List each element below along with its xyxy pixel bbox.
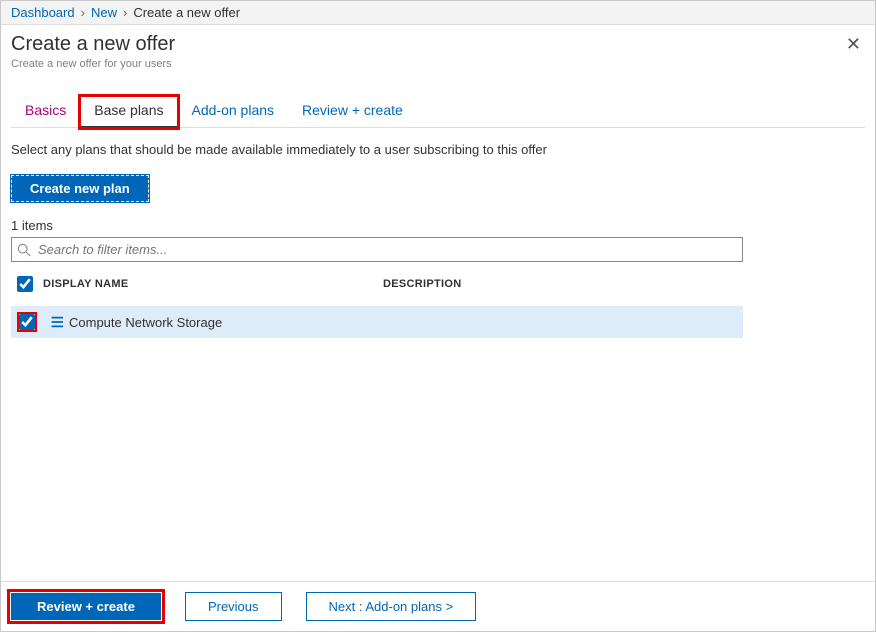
close-icon[interactable]: ✕	[846, 35, 861, 53]
row-checkbox-highlight	[17, 312, 37, 332]
tab-base-plans[interactable]: Base plans	[80, 96, 177, 128]
table-row[interactable]: Compute Network Storage	[11, 306, 743, 338]
chevron-right-icon: ›	[123, 5, 127, 20]
page-title: Create a new offer	[11, 33, 865, 56]
breadcrumb-new[interactable]: New	[91, 5, 117, 20]
wizard-footer: Review + create Previous Next : Add-on p…	[1, 581, 875, 631]
previous-button[interactable]: Previous	[185, 592, 282, 621]
review-create-button[interactable]: Review + create	[11, 593, 161, 620]
column-header-display-name[interactable]: DISPLAY NAME	[43, 278, 383, 290]
plan-icon	[43, 315, 69, 329]
tab-basics[interactable]: Basics	[11, 96, 80, 127]
create-new-plan-button[interactable]: Create new plan	[11, 175, 149, 202]
next-button[interactable]: Next : Add-on plans >	[306, 592, 477, 621]
chevron-right-icon: ›	[81, 5, 85, 20]
row-display-name: Compute Network Storage	[69, 315, 385, 330]
item-count-label: 1 items	[11, 218, 865, 233]
search-input[interactable]	[11, 237, 743, 262]
breadcrumb-current: Create a new offer	[133, 5, 240, 20]
breadcrumb: Dashboard › New › Create a new offer	[1, 1, 875, 25]
table-header-row: DISPLAY NAME DESCRIPTION	[11, 272, 743, 296]
row-checkbox[interactable]	[19, 314, 35, 330]
tab-add-on-plans[interactable]: Add-on plans	[178, 96, 289, 127]
select-all-checkbox[interactable]	[17, 276, 33, 292]
breadcrumb-dashboard[interactable]: Dashboard	[11, 5, 75, 20]
page-subtitle: Create a new offer for your users	[11, 58, 865, 70]
wizard-tabs: Basics Base plans Add-on plans Review + …	[11, 96, 865, 128]
plans-table: DISPLAY NAME DESCRIPTION	[11, 272, 743, 338]
search-icon	[17, 243, 31, 257]
search-wrapper	[11, 237, 743, 262]
tab-review-create[interactable]: Review + create	[288, 96, 417, 127]
tab-description: Select any plans that should be made ava…	[11, 142, 865, 157]
page-header: Create a new offer Create a new offer fo…	[1, 25, 875, 76]
tab-content: Select any plans that should be made ava…	[1, 128, 875, 581]
column-header-description[interactable]: DESCRIPTION	[383, 278, 737, 290]
